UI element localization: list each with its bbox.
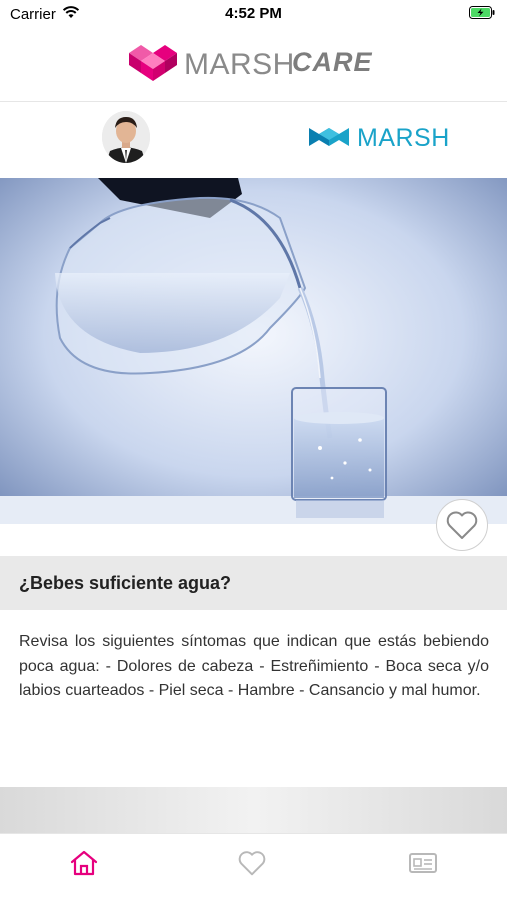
- tab-favorites[interactable]: [232, 846, 272, 880]
- status-bar: Carrier 4:52 PM: [0, 0, 507, 28]
- article-hero-image: [0, 178, 507, 524]
- id-card-icon: [409, 853, 437, 873]
- heart-icon: [238, 851, 266, 876]
- status-time: 4:52 PM: [225, 5, 282, 22]
- brand-name: MARSH: [184, 48, 295, 81]
- favorite-button[interactable]: [436, 499, 488, 551]
- battery-charging-icon: [469, 6, 495, 19]
- partner-logo-mark: [309, 128, 349, 146]
- partner-name: MARSH: [357, 124, 450, 152]
- home-icon: [70, 850, 98, 876]
- tab-home[interactable]: [64, 846, 104, 880]
- app-header: MARSH CARE: [0, 28, 507, 102]
- user-photo: [102, 111, 150, 163]
- heart-outline-icon: [446, 511, 478, 539]
- tab-bar: [0, 833, 507, 900]
- avatar[interactable]: [102, 111, 150, 163]
- brand-logo-mark: [129, 45, 177, 81]
- brand-suffix: CARE: [292, 47, 373, 77]
- article-body: Revisa los siguientes síntomas que indic…: [19, 633, 489, 699]
- content-divider-band: [0, 787, 507, 833]
- tab-id-card[interactable]: [403, 846, 443, 880]
- article-title: ¿Bebes suficiente agua?: [19, 573, 232, 593]
- article-title-bar: ¿Bebes suficiente agua?: [0, 556, 507, 610]
- profile-row: MARSH: [0, 102, 507, 178]
